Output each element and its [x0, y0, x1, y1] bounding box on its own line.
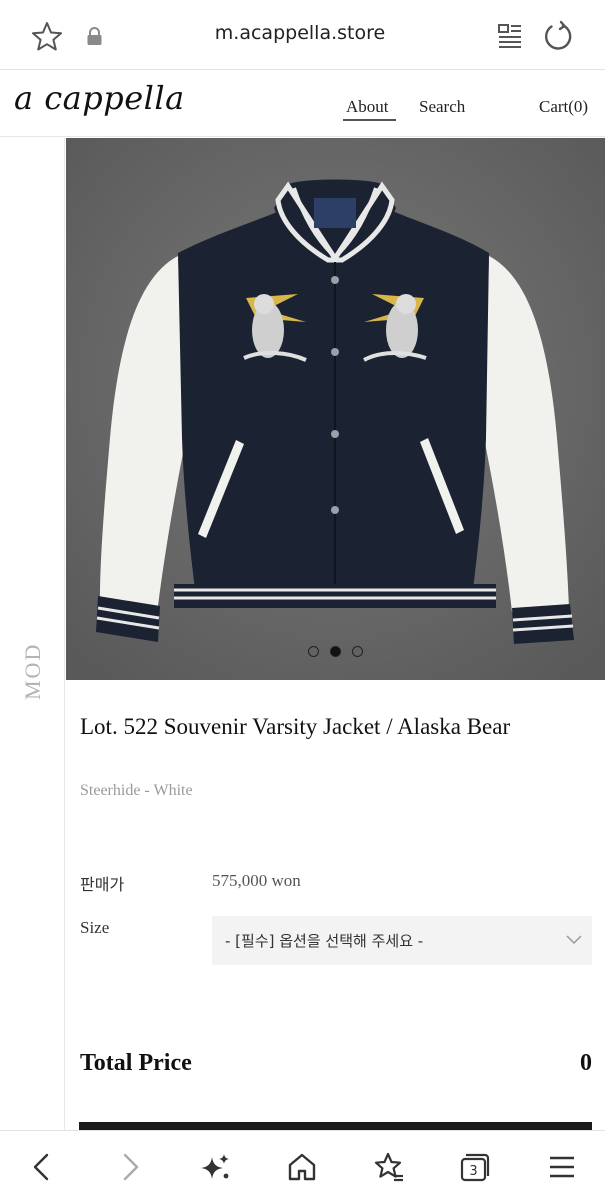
- nav-about-link[interactable]: About: [346, 97, 389, 117]
- chevron-right-icon[interactable]: [112, 1149, 148, 1185]
- site-logo[interactable]: a cappella: [14, 79, 185, 117]
- total-price-value: 0: [580, 1050, 592, 1076]
- browser-url-bar: m.acappella.store: [0, 0, 605, 70]
- reload-icon[interactable]: [542, 20, 574, 52]
- browser-bottom-toolbar: 3: [0, 1130, 605, 1200]
- size-select[interactable]: - [필수] 옵션을 선택해 주세요 -: [212, 916, 592, 965]
- nav-active-underline: [343, 119, 396, 121]
- side-mod-label[interactable]: MOD: [20, 643, 46, 700]
- url-field[interactable]: m.acappella.store: [180, 22, 420, 44]
- bookmark-star-icon[interactable]: [370, 1149, 406, 1185]
- product-subtitle: Steerhide - White: [80, 782, 193, 799]
- price-label: 판매가: [80, 875, 125, 894]
- product-title: Lot. 522 Souvenir Varsity Jacket / Alask…: [80, 714, 511, 739]
- chevron-down-icon: [566, 935, 582, 945]
- site-header: a cappella About Search Cart(0): [0, 71, 605, 137]
- product-image-carousel[interactable]: [66, 138, 605, 680]
- left-side-rail: [0, 138, 65, 1130]
- carousel-dot-1[interactable]: [308, 646, 319, 657]
- sparkle-icon[interactable]: [197, 1149, 233, 1185]
- tabs-icon[interactable]: 3: [456, 1149, 492, 1185]
- product-image: [66, 138, 605, 680]
- size-label: Size: [80, 918, 110, 937]
- price-value: 575,000 won: [212, 871, 301, 890]
- carousel-dot-2[interactable]: [330, 646, 341, 657]
- reader-mode-icon[interactable]: [497, 22, 523, 48]
- tab-count: 3: [469, 1164, 477, 1179]
- hamburger-menu-icon[interactable]: [544, 1149, 580, 1185]
- chevron-left-icon[interactable]: [24, 1149, 60, 1185]
- star-outline-icon[interactable]: [30, 20, 64, 52]
- nav-cart-link[interactable]: Cart(0): [539, 97, 588, 117]
- home-icon[interactable]: [284, 1149, 320, 1185]
- total-price-label: Total Price: [80, 1050, 192, 1076]
- nav-search-link[interactable]: Search: [419, 97, 465, 117]
- carousel-dot-3[interactable]: [352, 646, 363, 657]
- buy-button[interactable]: [79, 1122, 592, 1130]
- size-select-placeholder: - [필수] 옵션을 선택해 주세요 -: [225, 932, 424, 950]
- lock-icon: [86, 27, 103, 46]
